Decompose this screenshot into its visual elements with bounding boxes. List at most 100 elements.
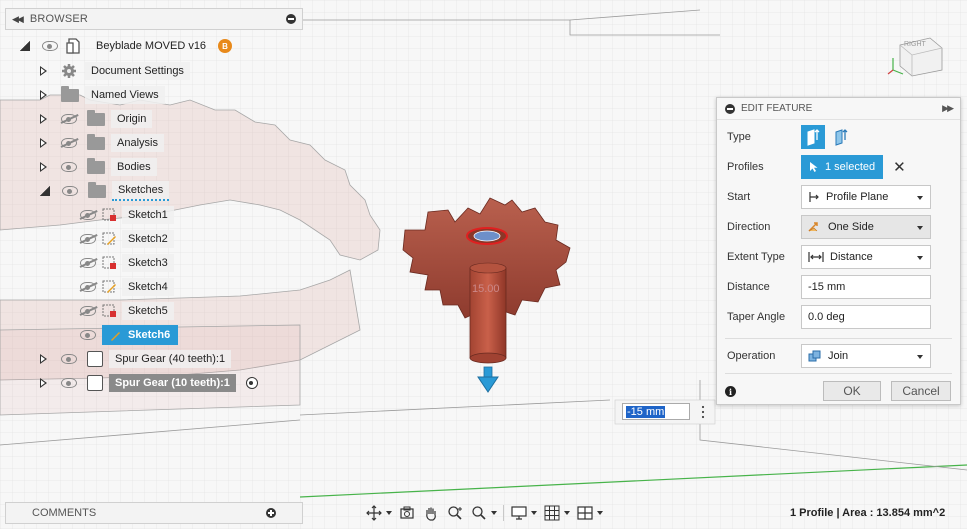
chevron-down-icon[interactable] [386, 511, 392, 515]
operation-row: Operation Join [727, 343, 931, 369]
browser-header[interactable]: ◀◀ BROWSER [5, 8, 303, 30]
add-comment-icon[interactable] [266, 508, 276, 518]
distance-field[interactable]: -15 mm [801, 275, 931, 299]
tree-item-sketch1[interactable]: Sketch1 [80, 204, 174, 226]
tree-item-named-views[interactable]: Named Views [40, 84, 165, 106]
eye-icon[interactable] [42, 41, 58, 51]
collapse-panel-icon[interactable] [725, 103, 735, 114]
zoom-window-icon[interactable] [470, 504, 488, 522]
expand-down-icon[interactable] [20, 41, 30, 51]
pan-hand-icon[interactable] [422, 504, 440, 522]
expand-right-icon[interactable] [40, 162, 47, 172]
activate-radio-icon[interactable] [245, 377, 258, 389]
capture-position-icon[interactable] [398, 504, 416, 522]
expand-right-icon[interactable] [40, 114, 47, 124]
divider [725, 373, 952, 374]
eye-icon[interactable] [80, 330, 96, 340]
eye-icon[interactable] [62, 186, 78, 196]
tree-item-spur-gear-10[interactable]: Spur Gear (10 teeth):1 [40, 372, 258, 394]
start-dropdown[interactable]: Profile Plane [801, 185, 931, 209]
tree-item-label: Sketch4 [122, 278, 174, 296]
taper-angle-row: Taper Angle 0.0 deg [727, 304, 931, 330]
eye-hidden-icon[interactable] [80, 210, 96, 220]
minimize-icon[interactable] [286, 14, 296, 24]
eye-icon[interactable] [61, 354, 77, 364]
distance-row: Distance -15 mm [727, 274, 931, 300]
type-extrude-button[interactable] [801, 125, 825, 149]
expand-right-icon[interactable] [40, 90, 47, 100]
eye-hidden-icon[interactable] [80, 306, 96, 316]
tree-item-sketch3[interactable]: Sketch3 [80, 252, 174, 274]
chevron-down-icon[interactable] [564, 511, 570, 515]
type-thin-extrude-button[interactable] [829, 125, 853, 149]
tree-item-sketch2[interactable]: Sketch2 [80, 228, 174, 250]
eye-hidden-icon[interactable] [61, 138, 77, 148]
extent-type-dropdown[interactable]: Distance [801, 245, 931, 269]
chevron-down-icon[interactable] [491, 511, 497, 515]
folder-icon [87, 133, 105, 150]
tree-item-bodies[interactable]: Bodies [40, 156, 157, 178]
taper-angle-field[interactable]: 0.0 deg [801, 305, 931, 329]
collapse-left-icon[interactable]: ◀◀ [12, 14, 24, 25]
direction-dropdown[interactable]: One Side [801, 215, 931, 239]
cursor-arrow-icon [810, 162, 818, 172]
document-badge-icon: B [218, 39, 233, 53]
tree-root[interactable]: Beyblade MOVED v16 B [20, 35, 233, 57]
tree-item-label: Origin [111, 110, 153, 128]
eye-icon[interactable] [61, 378, 77, 388]
info-icon[interactable]: i [725, 386, 736, 397]
expand-right-icon[interactable] [40, 378, 47, 388]
profiles-select-button[interactable]: 1 selected [801, 155, 884, 179]
folder-icon [87, 157, 105, 174]
distance-value: -15 mm [808, 281, 846, 293]
tree-item-sketch4[interactable]: Sketch4 [80, 276, 174, 298]
tree-item-spur-gear-40[interactable]: Spur Gear (40 teeth):1 [40, 348, 232, 370]
component-body-icon [87, 351, 103, 367]
tree-item-sketch5[interactable]: Sketch5 [80, 300, 174, 322]
direction-value: One Side [828, 221, 874, 233]
tree-item-origin[interactable]: Origin [40, 108, 153, 130]
viewports-icon[interactable] [576, 504, 594, 522]
gear-icon [62, 64, 76, 78]
tree-item-label: Sketch3 [122, 254, 174, 272]
tree-item-label: Document Settings [85, 62, 190, 80]
tree-item-document-settings[interactable]: Document Settings [40, 60, 190, 82]
comments-bar[interactable]: COMMENTS [5, 502, 303, 524]
tree-item-sketch6[interactable]: Sketch6 [80, 324, 179, 346]
tree-item-analysis[interactable]: Analysis [40, 132, 164, 154]
tree-item-label: Named Views [85, 86, 165, 104]
expand-down-icon[interactable] [40, 186, 50, 196]
distance-input-value: -15 mm [626, 405, 666, 418]
extrude-solid-icon [807, 129, 820, 146]
eye-icon[interactable] [61, 162, 77, 172]
clear-selection-icon[interactable]: ✕ [893, 158, 906, 176]
zoom-icon[interactable] [446, 504, 464, 522]
eye-hidden-icon[interactable] [80, 258, 96, 268]
grid-settings-icon[interactable] [543, 504, 561, 522]
display-settings-icon[interactable] [510, 504, 528, 522]
sketch-icon [102, 304, 116, 317]
operation-dropdown[interactable]: Join [801, 344, 931, 368]
expand-panel-icon[interactable]: ▶▶ [942, 103, 954, 114]
divider [725, 338, 952, 339]
distance-input-overlay[interactable]: -15 mm [622, 403, 690, 420]
ok-button[interactable]: OK [823, 381, 881, 401]
expand-right-icon[interactable] [40, 138, 47, 148]
expand-right-icon[interactable] [40, 354, 47, 364]
root-label: Beyblade MOVED v16 [96, 40, 207, 52]
expand-right-icon[interactable] [40, 66, 47, 76]
chevron-down-icon[interactable] [531, 511, 537, 515]
edit-feature-header[interactable]: EDIT FEATURE ▶▶ [717, 98, 960, 120]
sketch-pencil-icon [102, 280, 116, 293]
tree-item-label: Sketch2 [122, 230, 174, 248]
eye-hidden-icon[interactable] [80, 234, 96, 244]
chevron-down-icon[interactable] [597, 511, 603, 515]
sketch6-selected[interactable]: Sketch6 [102, 325, 179, 345]
eye-hidden-icon[interactable] [61, 114, 77, 124]
tree-item-sketches[interactable]: Sketches [40, 180, 170, 202]
eye-hidden-icon[interactable] [80, 282, 96, 292]
orbit-move-icon[interactable] [365, 504, 383, 522]
cancel-button[interactable]: Cancel [891, 381, 951, 401]
active-component[interactable]: Spur Gear (10 teeth):1 [109, 374, 236, 392]
sketch-pencil-icon [111, 332, 120, 341]
